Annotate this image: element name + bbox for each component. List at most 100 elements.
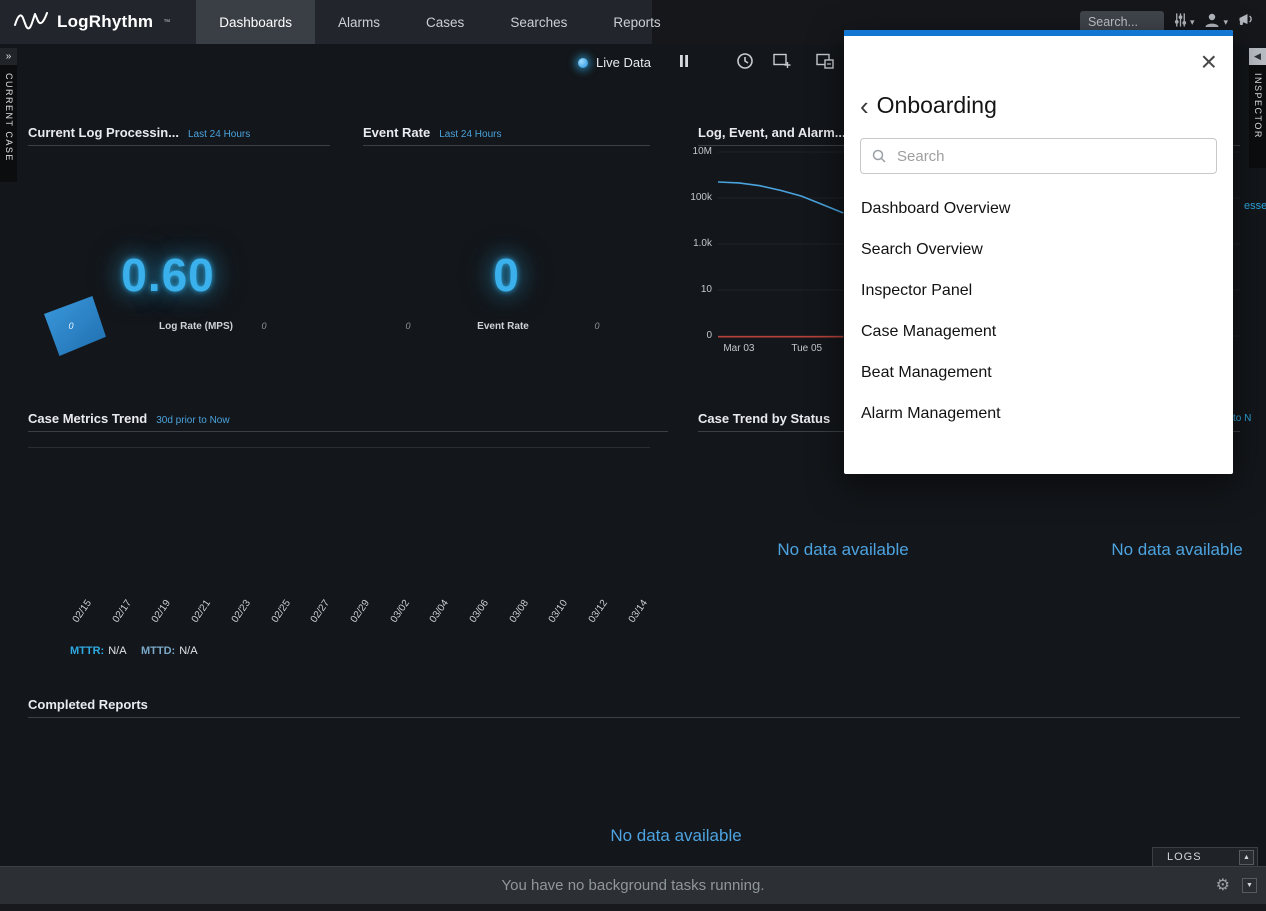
onboarding-item-search-overview[interactable]: Search Overview bbox=[844, 229, 1233, 270]
event-rate-value: 0 bbox=[363, 248, 650, 302]
x-tick: 03/10 bbox=[547, 598, 570, 625]
mttd-value: N/A bbox=[179, 645, 197, 657]
x-tick: Tue 05 bbox=[791, 343, 822, 354]
event-rate-max: 0 bbox=[594, 321, 599, 331]
inspector-tab[interactable]: ◀ INSPECTOR bbox=[1249, 48, 1266, 168]
onboarding-item-case-management[interactable]: Case Management bbox=[844, 311, 1233, 352]
x-tick: 03/04 bbox=[428, 598, 451, 625]
window-export-icon bbox=[816, 53, 834, 74]
export-dashboard-button[interactable] bbox=[815, 53, 835, 73]
live-dot-icon bbox=[578, 58, 588, 68]
screen: LogRhythm ™ DashboardsAlarmsCasesSearche… bbox=[0, 0, 1266, 911]
x-tick: 02/27 bbox=[309, 598, 332, 625]
completed-reports-no-data: No data available bbox=[610, 826, 741, 846]
mttr-value: N/A bbox=[108, 645, 126, 657]
main-tabs: DashboardsAlarmsCasesSearchesReports bbox=[196, 0, 683, 44]
live-data-indicator[interactable]: Live Data bbox=[578, 55, 651, 70]
log-rate-min: 0 bbox=[68, 321, 73, 331]
x-tick: 02/15 bbox=[71, 598, 94, 625]
window-plus-icon bbox=[773, 53, 791, 74]
logs-label: LOGS bbox=[1167, 851, 1202, 863]
y-tick: 100k bbox=[690, 193, 712, 203]
tab-searches[interactable]: Searches bbox=[487, 0, 590, 44]
y-tick: 0 bbox=[706, 331, 712, 341]
onboarding-item-alarm-management[interactable]: Alarm Management bbox=[844, 393, 1233, 434]
log-event-alarm-title: Log, Event, and Alarm... bbox=[698, 125, 846, 140]
tab-cases[interactable]: Cases bbox=[403, 0, 487, 44]
case-trend-no-data: No data available bbox=[777, 540, 908, 560]
event-rate-panel-title: Event Rate bbox=[363, 125, 430, 140]
popup-header: ‹ Onboarding bbox=[860, 92, 997, 119]
onboarding-item-dashboard-overview[interactable]: Dashboard Overview bbox=[844, 188, 1233, 229]
onboarding-search bbox=[860, 138, 1217, 174]
log-chart-yticks: 10M100k1.0k100 bbox=[668, 147, 712, 341]
case-metrics-title: Case Metrics Trend bbox=[28, 411, 147, 426]
nav-left: LogRhythm ™ DashboardsAlarmsCasesSearche… bbox=[0, 0, 652, 44]
announcements-button[interactable] bbox=[1237, 12, 1256, 33]
chevron-down-icon: ▾ bbox=[1190, 17, 1195, 28]
x-tick: Mar 03 bbox=[723, 343, 754, 354]
tab-dashboards[interactable]: Dashboards bbox=[196, 0, 315, 44]
y-tick: 10 bbox=[701, 285, 712, 295]
gear-icon[interactable]: ⚙ bbox=[1216, 876, 1230, 896]
completed-reports-title: Completed Reports bbox=[28, 697, 148, 712]
brand-trademark: ™ bbox=[163, 19, 170, 26]
onboarding-list: Dashboard OverviewSearch OverviewInspect… bbox=[844, 188, 1233, 434]
popup-accent-bar bbox=[844, 30, 1233, 36]
onboarding-search-input[interactable] bbox=[860, 138, 1217, 174]
x-tick: 02/23 bbox=[229, 598, 252, 625]
log-rate-label: Log Rate (MPS) bbox=[159, 321, 233, 332]
log-processing-range: Last 24 Hours bbox=[188, 129, 250, 140]
status-text: You have no background tasks running. bbox=[0, 867, 1266, 905]
brand[interactable]: LogRhythm ™ bbox=[0, 0, 196, 44]
chevron-down-icon: ▾ bbox=[1223, 17, 1228, 28]
close-icon[interactable]: × bbox=[1201, 48, 1217, 76]
collapse-statusbar-button[interactable]: ▼ bbox=[1242, 878, 1257, 893]
add-widget-button[interactable] bbox=[772, 53, 792, 73]
x-tick: 03/02 bbox=[388, 598, 411, 625]
log-rate-max: 0 bbox=[261, 321, 266, 331]
expand-current-case-icon[interactable]: » bbox=[0, 48, 17, 65]
current-case-tab[interactable]: » CURRENT CASE bbox=[0, 48, 17, 182]
logrhythm-logo-icon bbox=[14, 9, 48, 36]
right-panel-no-data: No data available bbox=[1111, 540, 1242, 560]
logs-tab[interactable]: LOGS ▲ bbox=[1152, 847, 1258, 866]
completed-reports-panel-header: Completed Reports bbox=[28, 697, 1240, 718]
status-bar: You have no background tasks running. ⚙ … bbox=[0, 866, 1266, 904]
event-rate-panel-header: Event Rate Last 24 Hours bbox=[363, 125, 650, 146]
collapse-inspector-icon[interactable]: ◀ bbox=[1249, 48, 1266, 65]
inspector-label: INSPECTOR bbox=[1253, 73, 1263, 139]
log-processing-panel-title: Current Log Processin... bbox=[28, 125, 179, 140]
brand-name: LogRhythm bbox=[57, 12, 153, 32]
case-metrics-footer: MTTR: N/A MTTD: N/A bbox=[70, 645, 198, 657]
pause-button[interactable] bbox=[674, 53, 694, 73]
x-tick: 02/21 bbox=[190, 598, 213, 625]
x-tick: 03/12 bbox=[587, 598, 610, 625]
current-case-label: CURRENT CASE bbox=[4, 73, 14, 162]
tab-alarms[interactable]: Alarms bbox=[315, 0, 403, 44]
x-tick: 02/29 bbox=[349, 598, 372, 625]
mttd-label: MTTD: bbox=[141, 645, 175, 657]
log-rate-value: 0.60 bbox=[20, 248, 316, 302]
case-metrics-range: 30d prior to Now bbox=[156, 415, 229, 426]
tab-reports[interactable]: Reports bbox=[590, 0, 683, 44]
clipped-label-fragment: esse bbox=[1244, 200, 1266, 212]
mttr-label: MTTR: bbox=[70, 645, 104, 657]
megaphone-icon bbox=[1237, 12, 1256, 33]
log-processing-panel-header: Current Log Processin... Last 24 Hours bbox=[28, 125, 330, 146]
chevron-down-icon: ▼ bbox=[1246, 882, 1253, 889]
clock-icon bbox=[736, 52, 754, 75]
x-tick: 02/17 bbox=[110, 598, 133, 625]
event-rate-min: 0 bbox=[405, 321, 410, 331]
event-rate-label: Event Rate bbox=[477, 321, 529, 332]
expand-logs-button[interactable]: ▲ bbox=[1239, 850, 1254, 865]
event-rate-range: Last 24 Hours bbox=[439, 129, 501, 140]
onboarding-item-inspector-panel[interactable]: Inspector Panel bbox=[844, 270, 1233, 311]
gauge-needle-shape bbox=[44, 296, 106, 356]
back-chevron-icon[interactable]: ‹ bbox=[860, 96, 869, 116]
time-range-button[interactable] bbox=[735, 53, 755, 73]
onboarding-item-beat-management[interactable]: Beat Management bbox=[844, 352, 1233, 393]
x-tick: 03/06 bbox=[468, 598, 491, 625]
onboarding-popup: ‹ Onboarding × Dashboard OverviewSearch … bbox=[844, 30, 1233, 474]
pause-icon bbox=[674, 51, 694, 76]
